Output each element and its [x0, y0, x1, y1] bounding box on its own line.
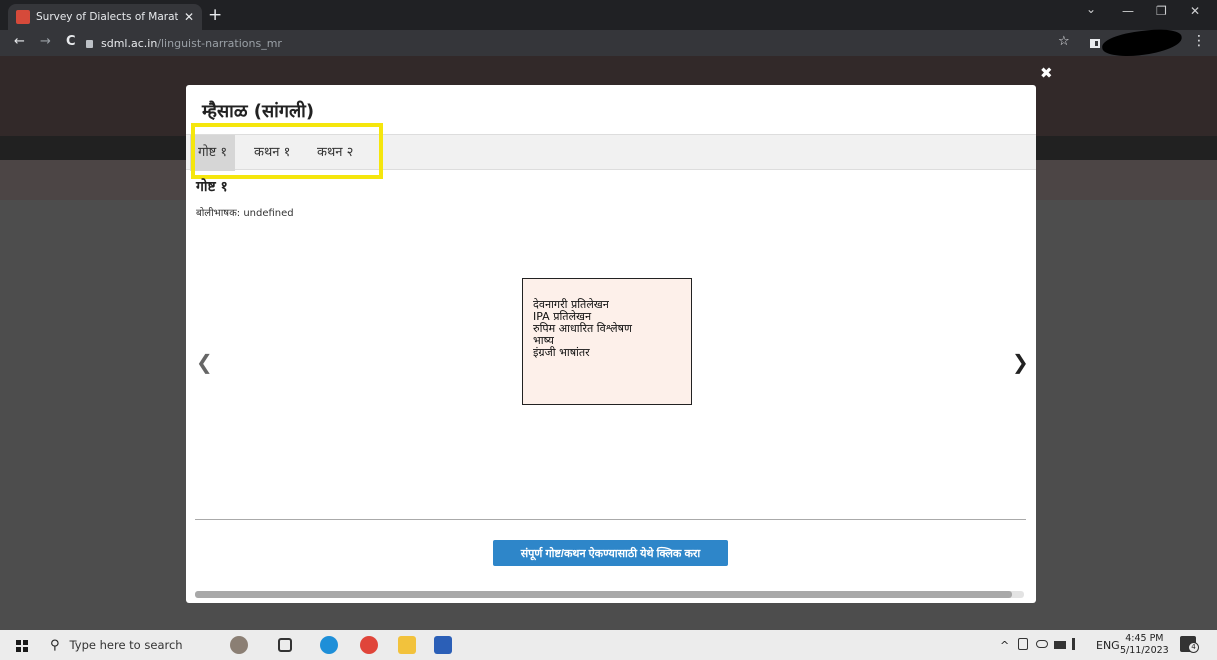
browser-menu-icon[interactable]: ⋮	[1192, 33, 1206, 49]
browser-tab[interactable]: Survey of Dialects of Marathi Lan ✕	[8, 4, 202, 30]
story-tabs: गोष्ट १ कथन १ कथन २	[186, 134, 1036, 171]
tab-narration-1[interactable]: कथन १	[246, 135, 298, 171]
site-favicon-icon	[16, 10, 30, 24]
tab-search-chevron-icon[interactable]: ⌄	[1086, 2, 1096, 16]
speaker-label: बोलीभाषक:	[196, 208, 241, 219]
clock-time: 4:45 PM	[1125, 633, 1164, 644]
next-arrow-icon[interactable]: ❯	[1012, 350, 1029, 374]
url-host: sdml.ac.in	[101, 36, 158, 50]
taskbar-search[interactable]: ⚲ Type here to search	[42, 632, 227, 658]
new-tab-button[interactable]: +	[208, 5, 222, 25]
restore-button[interactable]: ❐	[1156, 4, 1167, 18]
minimize-button[interactable]: —	[1122, 4, 1134, 18]
forward-button[interactable]: →	[40, 34, 51, 49]
reload-button[interactable]: C	[66, 34, 76, 49]
back-button[interactable]: ←	[14, 34, 25, 49]
language-indicator[interactable]: ENG	[1096, 639, 1120, 652]
option-morpheme-analysis[interactable]: रुपिम आधारित विश्लेषण	[533, 323, 683, 335]
tab-title: Survey of Dialects of Marathi Lan	[36, 11, 178, 23]
divider	[195, 519, 1026, 520]
tab-narration-2[interactable]: कथन २	[309, 135, 361, 171]
browser-toolbar: ← → C sdml.ac.in /linguist-narrations_mr…	[0, 26, 1217, 60]
clock-date: 5/11/2023	[1120, 645, 1169, 656]
word-icon[interactable]	[434, 636, 452, 654]
onedrive-icon[interactable]	[1036, 640, 1048, 648]
story-heading: गोष्ट १	[196, 179, 228, 195]
file-explorer-icon[interactable]	[398, 636, 416, 654]
tab-close-icon[interactable]: ✕	[184, 10, 194, 24]
battery-icon[interactable]	[1054, 641, 1066, 649]
lock-icon	[86, 40, 93, 48]
tray-chevron-icon[interactable]: ^	[1000, 639, 1009, 652]
window-close-button[interactable]: ✕	[1190, 4, 1200, 18]
windows-taskbar: ⚲ Type here to search ^ ENG 4:45 PM 5/11…	[0, 630, 1217, 660]
option-english-translation[interactable]: इंग्रजी भाषांतर	[533, 347, 683, 359]
speaker-value: undefined	[243, 208, 294, 219]
url-path: /linguist-narrations_mr	[157, 36, 282, 50]
browser-tabstrip: Survey of Dialects of Marathi Lan ✕ + ⌄ …	[0, 0, 1217, 30]
clock[interactable]: 4:45 PM 5/11/2023	[1120, 633, 1169, 657]
modal-title: म्हैसाळ (सांगली)	[202, 101, 315, 122]
side-panel-icon[interactable]	[1090, 39, 1100, 48]
scrollbar-thumb[interactable]	[195, 591, 1012, 598]
chrome-icon[interactable]	[360, 636, 378, 654]
search-placeholder: Type here to search	[69, 638, 183, 652]
windows-start-icon[interactable]	[16, 640, 28, 652]
narration-modal: म्हैसाळ (सांगली) गोष्ट १ कथन १ कथन २ गोष…	[186, 85, 1036, 603]
horizontal-scrollbar[interactable]	[195, 591, 1024, 598]
bookmark-star-icon[interactable]: ☆	[1058, 34, 1070, 49]
address-bar[interactable]: sdml.ac.in /linguist-narrations_mr	[86, 33, 1056, 53]
search-icon: ⚲	[50, 637, 60, 653]
tab-story-1[interactable]: गोष्ट १	[190, 135, 236, 171]
edge-icon[interactable]	[320, 636, 338, 654]
task-view-icon[interactable]	[278, 638, 292, 652]
modal-close-icon[interactable]: ✖	[1040, 64, 1053, 82]
prev-arrow-icon[interactable]: ❮	[196, 350, 213, 374]
transcription-options: देवनागरी प्रतिलेखन IPA प्रतिलेखन रुपिम आ…	[522, 278, 692, 405]
volume-icon[interactable]	[1072, 638, 1082, 650]
play-full-story-button[interactable]: संपूर्ण गोष्ट/कथन ऐकण्यासाठी येथे क्लिक …	[493, 540, 728, 566]
meet-now-icon[interactable]	[1018, 638, 1028, 650]
cortana-avatar-icon[interactable]	[230, 636, 248, 654]
speaker-info: बोलीभाषक: undefined	[196, 205, 294, 219]
redacted-profile-scribble	[1100, 26, 1184, 60]
notification-count-badge: 4	[1188, 642, 1199, 653]
